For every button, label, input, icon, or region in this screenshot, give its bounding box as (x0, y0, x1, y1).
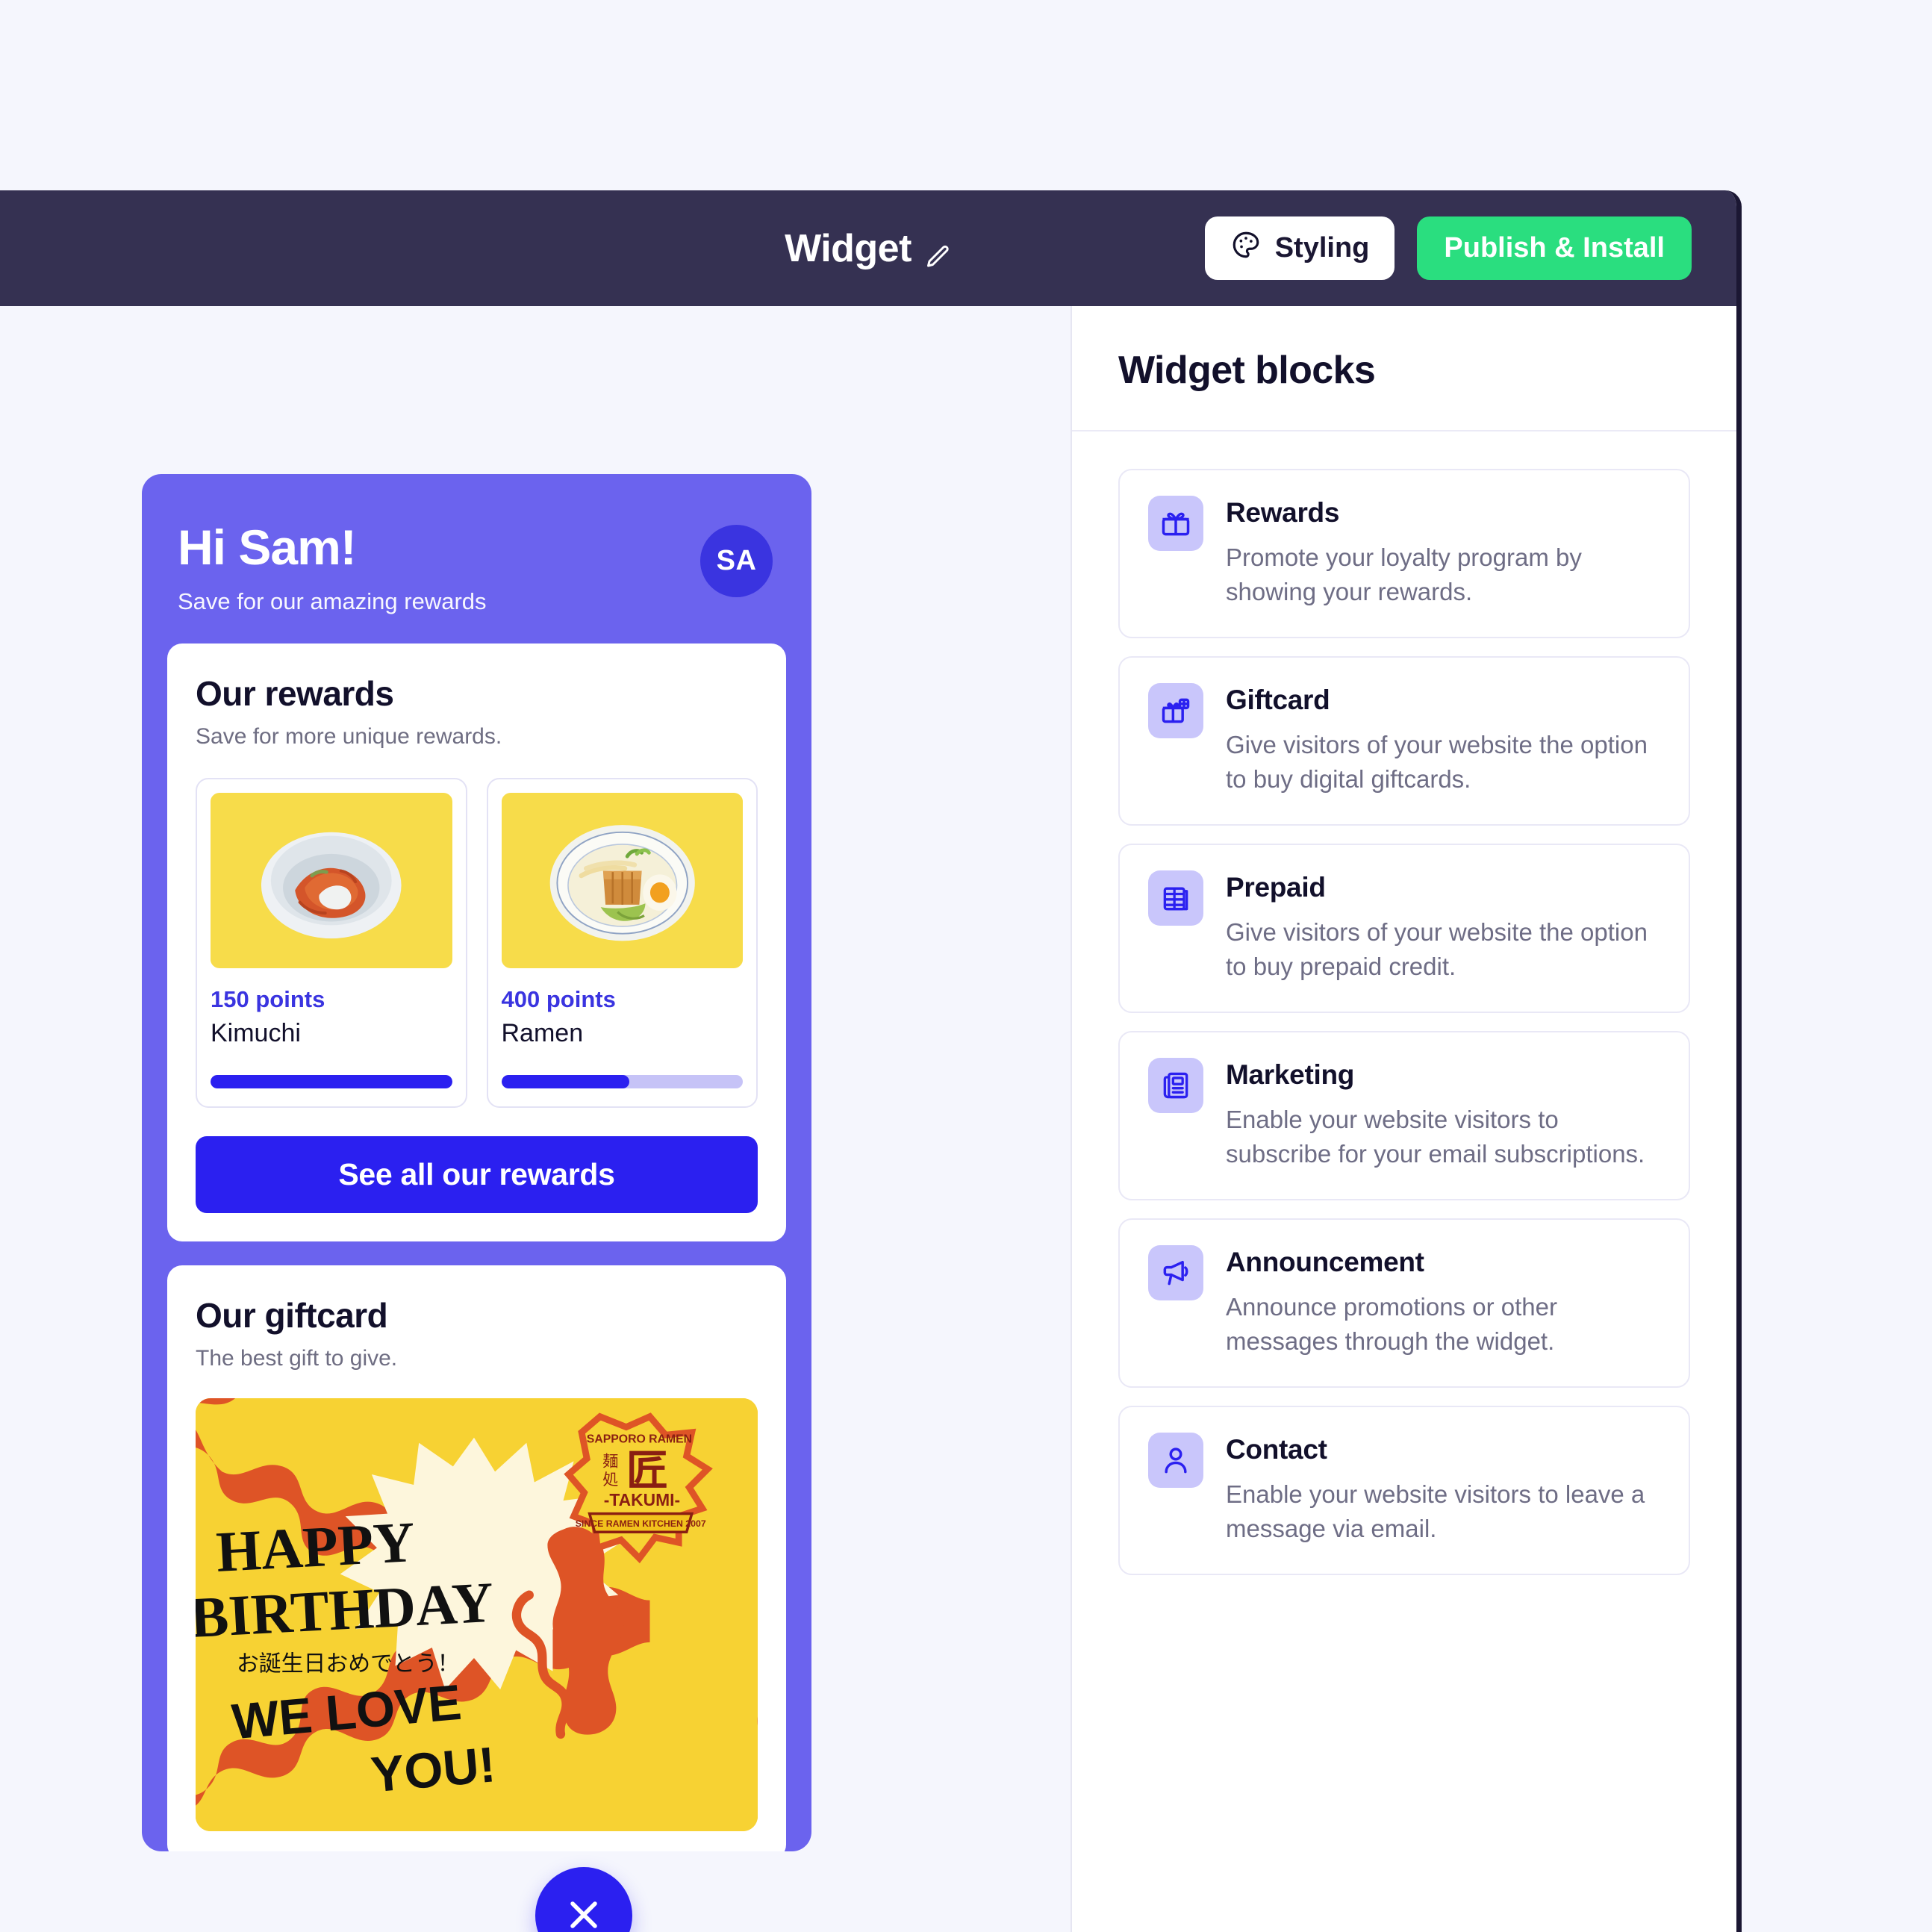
top-bar: Widget Styling Publish & Install (0, 190, 1736, 306)
reward-image-ramen (501, 792, 743, 968)
widget-greeting: Hi Sam! (178, 520, 357, 575)
svg-text:YOU!: YOU! (369, 1737, 498, 1803)
close-widget-button[interactable] (535, 1867, 632, 1932)
reward-progress-fill (211, 1074, 452, 1088)
reward-progress-fill (501, 1074, 629, 1088)
rewards-grid: 150 points Kimuchi 400 points Ramen (196, 777, 758, 1108)
block-text: Announcement Announce promotions or othe… (1226, 1245, 1660, 1358)
block-text: Contact Enable your website visitors to … (1226, 1433, 1660, 1545)
block-text: Giftcard Give visitors of your website t… (1226, 683, 1660, 796)
giftcard-artwork[interactable]: HAPPY BIRTHDAY お誕生日おめでとう！ WE LOVE YOU! S… (196, 1397, 758, 1831)
widget-rewards-block: Our rewards Save for more unique rewards… (167, 643, 786, 1241)
widget-preview-pane: Hi Sam! Save for our amazing rewards SA … (0, 306, 1071, 1932)
block-text: Prepaid Give visitors of your website th… (1226, 870, 1660, 983)
page-title: Widget (785, 226, 912, 270)
block-item-description: Enable your website visitors to leave a … (1226, 1480, 1645, 1542)
svg-text:匠: 匠 (626, 1447, 668, 1495)
styling-button-label: Styling (1274, 232, 1370, 264)
reward-image-kimchi (211, 792, 452, 968)
block-item-prepaid[interactable]: Prepaid Give visitors of your website th… (1118, 844, 1690, 1014)
rewards-block-title: Our rewards (196, 673, 394, 713)
block-item-marketing[interactable]: Marketing Enable your website visitors t… (1118, 1031, 1690, 1201)
widget-giftcard-block: Our giftcard The best gift to give. HAPP… (167, 1265, 786, 1851)
svg-text:麺: 麺 (602, 1451, 618, 1470)
giftcard-icon (1148, 683, 1203, 739)
styling-button[interactable]: Styling (1204, 216, 1395, 280)
block-item-contact[interactable]: Contact Enable your website visitors to … (1118, 1406, 1690, 1576)
reward-name: Kimuchi (211, 1018, 301, 1047)
block-item-description: Announce promotions or other messages th… (1226, 1293, 1557, 1355)
prepaid-card-icon (1148, 870, 1203, 926)
widget-blocks-header: Widget blocks (1072, 306, 1736, 431)
reward-card[interactable]: 400 points Ramen (486, 777, 758, 1108)
block-item-name: Marketing (1226, 1059, 1355, 1091)
widget-subtitle: Save for our amazing rewards (178, 588, 487, 614)
gift-icon (1148, 496, 1203, 551)
block-item-name: Contact (1226, 1434, 1327, 1465)
newspaper-icon (1148, 1058, 1203, 1114)
reward-card[interactable]: 150 points Kimuchi (196, 777, 467, 1108)
avatar[interactable]: SA (700, 525, 773, 597)
svg-text:HAPPY: HAPPY (214, 1509, 416, 1584)
reward-points: 150 points (211, 985, 325, 1012)
reward-points: 400 points (501, 985, 616, 1012)
widget-blocks-list: Rewards Promote your loyalty program by … (1072, 431, 1736, 1605)
body-split: Hi Sam! Save for our amazing rewards SA … (0, 306, 1736, 1932)
megaphone-icon (1148, 1245, 1203, 1301)
block-item-name: Giftcard (1226, 685, 1330, 716)
reward-name: Ramen (501, 1018, 584, 1047)
palette-icon (1230, 229, 1262, 268)
svg-text:SAPPORO RAMEN: SAPPORO RAMEN (587, 1433, 692, 1445)
see-all-rewards-button[interactable]: See all our rewards (196, 1135, 758, 1213)
block-item-giftcard[interactable]: Giftcard Give visitors of your website t… (1118, 656, 1690, 826)
block-text: Rewards Promote your loyalty program by … (1226, 496, 1660, 608)
widget-header: Hi Sam! Save for our amazing rewards SA (142, 474, 811, 644)
close-icon (561, 1892, 606, 1932)
widget-blocks-title: Widget blocks (1118, 349, 1376, 392)
block-item-description: Enable your website visitors to subscrib… (1226, 1106, 1645, 1168)
rewards-block-subtitle: Save for more unique rewards. (196, 723, 502, 749)
publish-button-label: Publish & Install (1444, 232, 1665, 264)
app-window: Widget Styling Publish & Install Hi Sam!… (0, 190, 1742, 1932)
svg-text:お誕生日おめでとう！: お誕生日おめでとう！ (237, 1651, 460, 1677)
svg-text:処: 処 (602, 1470, 618, 1489)
block-item-rewards[interactable]: Rewards Promote your loyalty program by … (1118, 469, 1690, 639)
giftcard-block-subtitle: The best gift to give. (196, 1345, 398, 1371)
reward-progress-track (211, 1074, 452, 1088)
block-item-name: Rewards (1226, 497, 1340, 528)
svg-text:-TAKUMI-: -TAKUMI- (604, 1490, 680, 1509)
person-icon (1148, 1433, 1203, 1489)
block-item-description: Promote your loyalty program by showing … (1226, 543, 1582, 605)
block-item-name: Prepaid (1226, 872, 1326, 903)
block-item-description: Give visitors of your website the option… (1226, 918, 1648, 980)
publish-install-button[interactable]: Publish & Install (1417, 216, 1692, 280)
svg-text:SINCE RAMEN KITCHEN 2007: SINCE RAMEN KITCHEN 2007 (576, 1518, 706, 1529)
block-text: Marketing Enable your website visitors t… (1226, 1058, 1660, 1171)
top-bar-actions: Styling Publish & Install (1204, 216, 1692, 280)
block-item-announcement[interactable]: Announcement Announce promotions or othe… (1118, 1218, 1690, 1389)
block-item-description: Give visitors of your website the option… (1226, 731, 1648, 793)
block-item-name: Announcement (1226, 1247, 1424, 1278)
pencil-icon[interactable] (925, 235, 952, 267)
reward-progress-track (501, 1074, 743, 1088)
widget-preview-card: Hi Sam! Save for our amazing rewards SA … (142, 474, 811, 1851)
widget-blocks-pane: Widget blocks Rewards Promote your loyal… (1071, 306, 1736, 1932)
giftcard-block-title: Our giftcard (196, 1295, 388, 1335)
